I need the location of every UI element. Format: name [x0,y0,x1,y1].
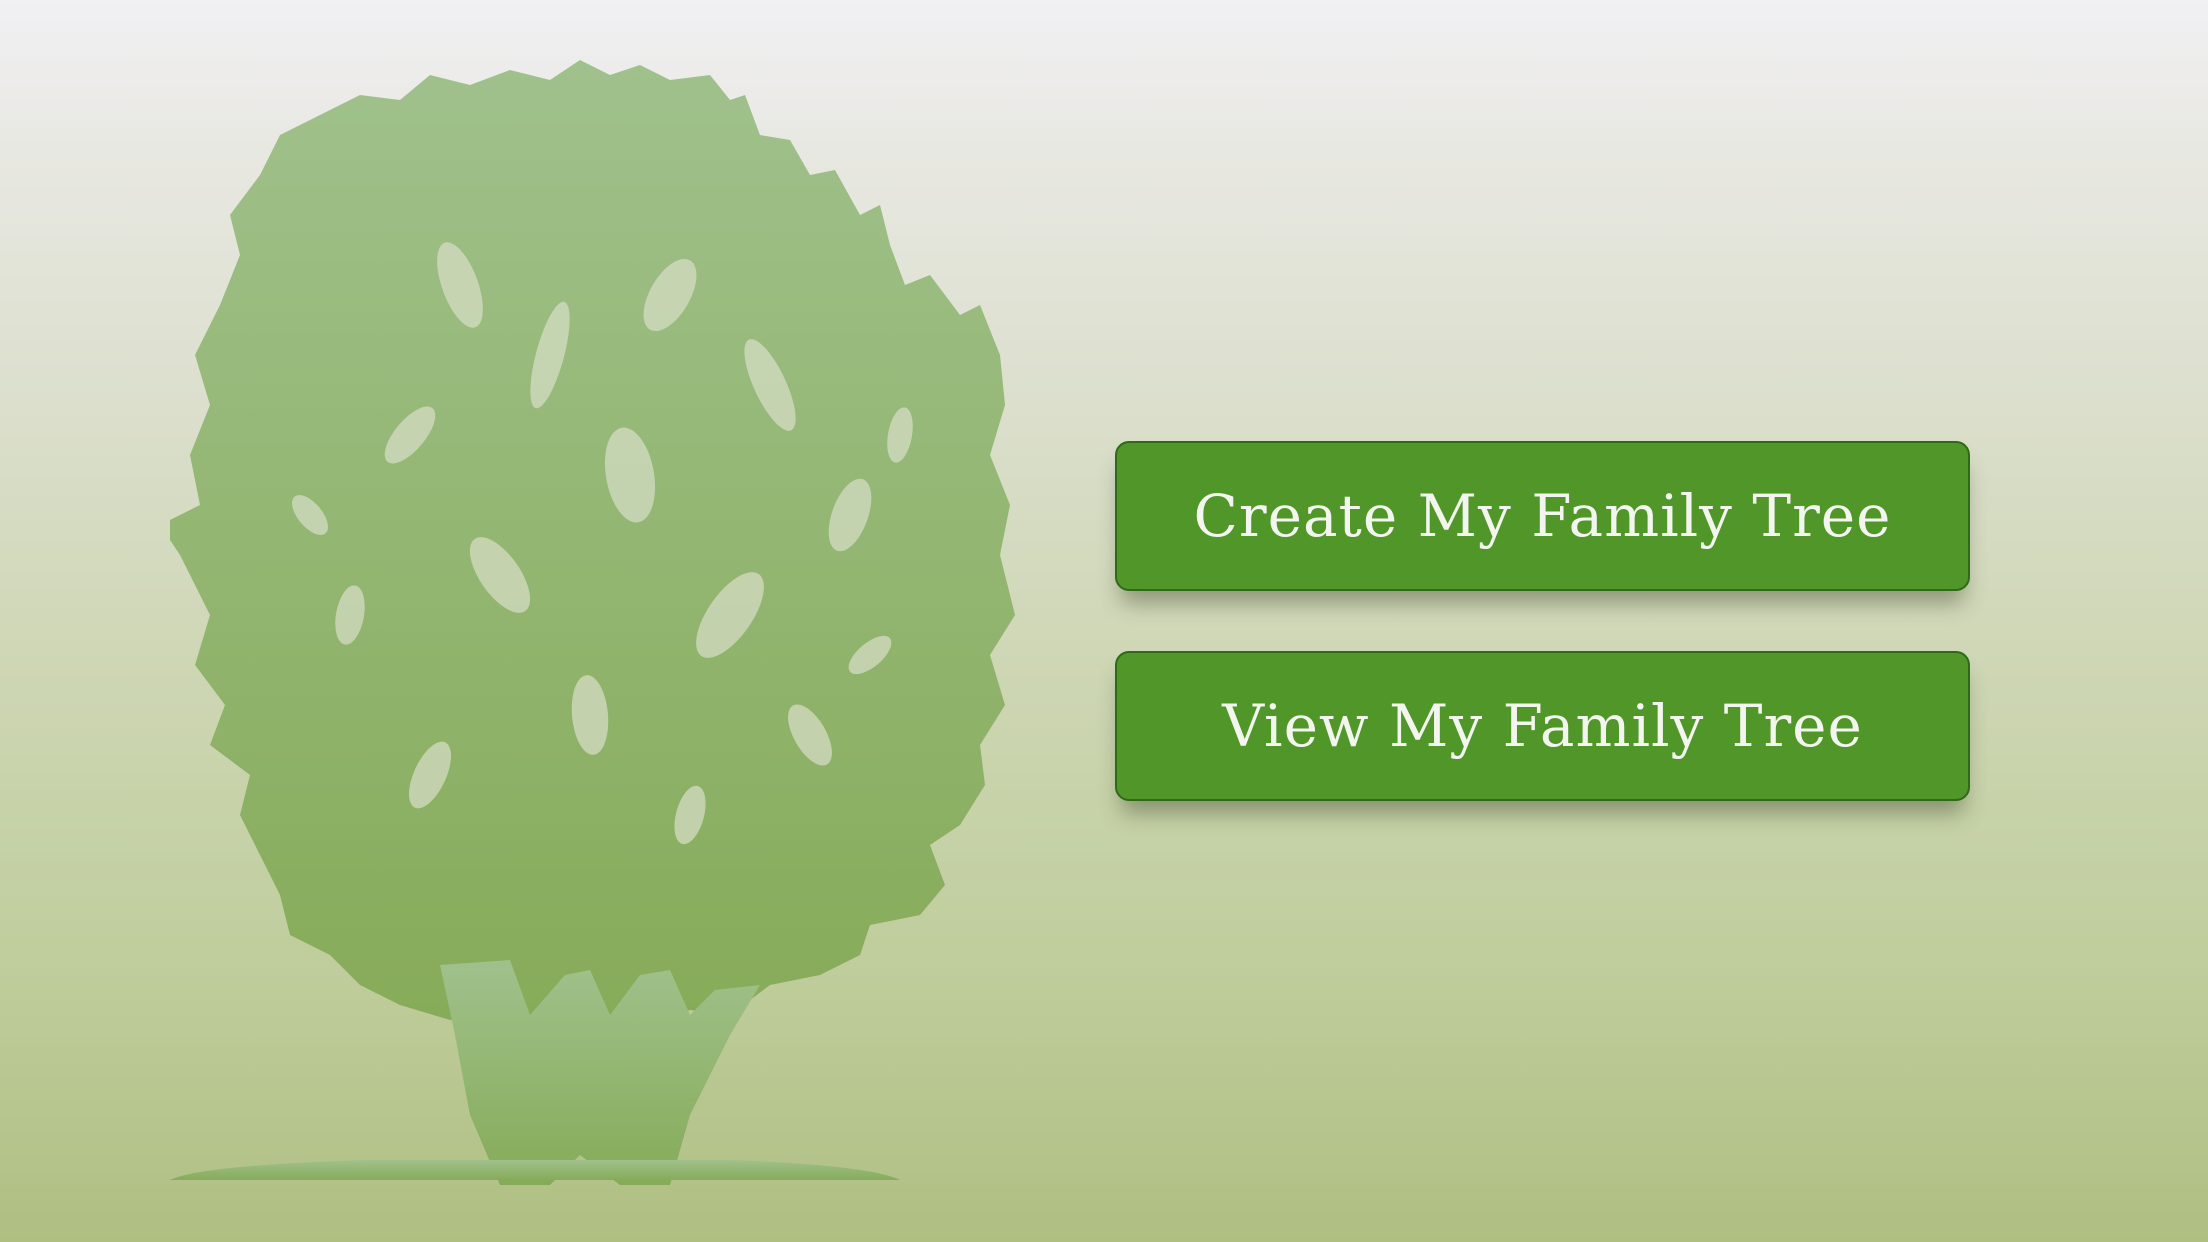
tree-illustration [170,55,1020,1185]
action-panel: Create My Family Tree View My Family Tre… [1115,441,1970,801]
create-family-tree-button[interactable]: Create My Family Tree [1115,441,1970,591]
view-family-tree-button[interactable]: View My Family Tree [1115,651,1970,801]
tree-silhouette-icon [170,60,1015,1185]
